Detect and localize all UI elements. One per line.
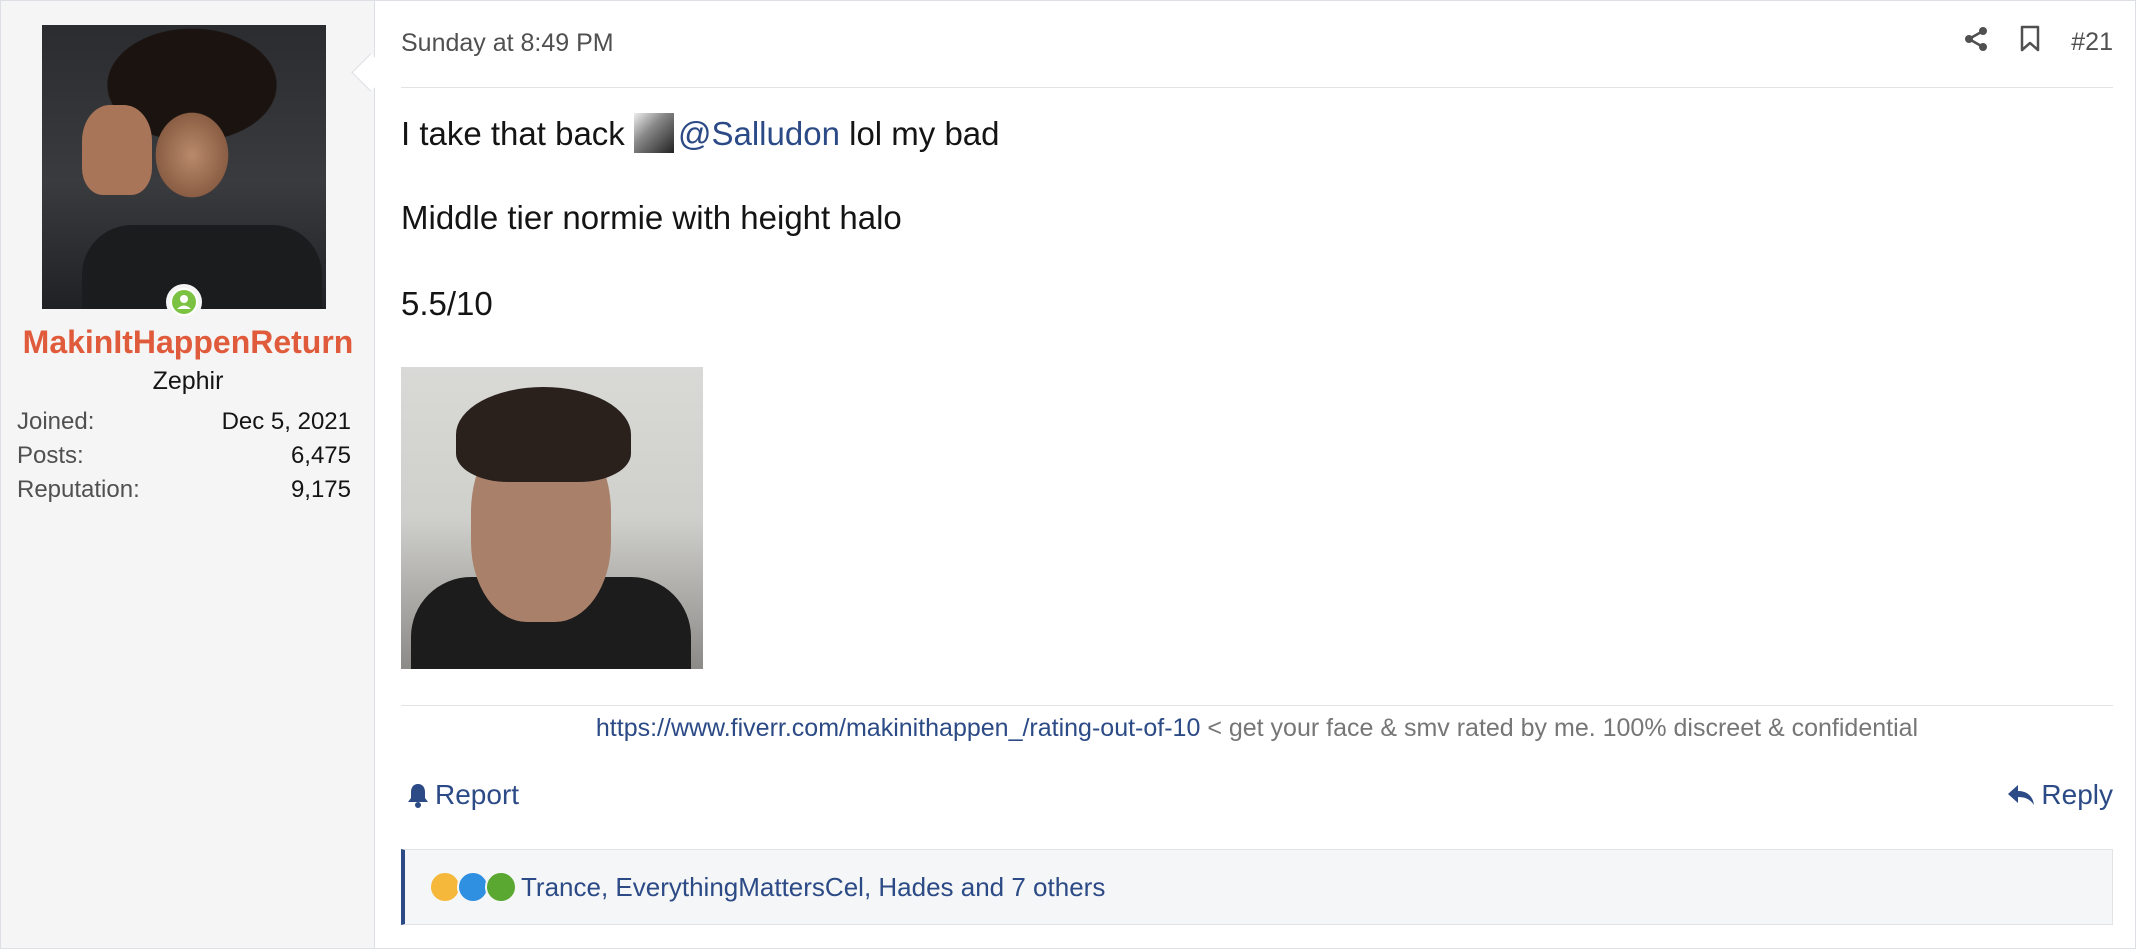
user-info-column: MakinItHappenReturn Zephir Joined: Dec 5… bbox=[1, 1, 375, 948]
report-button[interactable]: Report bbox=[407, 779, 519, 811]
sick-face-icon bbox=[485, 871, 517, 903]
stat-joined: Joined: Dec 5, 2021 bbox=[17, 408, 351, 436]
signature: https://www.fiverr.com/makinithappen_/ra… bbox=[401, 714, 2113, 743]
stat-posts: Posts: 6,475 bbox=[17, 442, 351, 470]
message-line-2: Middle tier normie with height halo bbox=[401, 199, 902, 236]
stat-reputation: Reputation: 9,175 bbox=[17, 476, 351, 504]
avatar-shirt bbox=[82, 225, 322, 309]
signature-divider bbox=[401, 705, 2113, 706]
report-label: Report bbox=[435, 779, 520, 810]
stat-value: 9,175 bbox=[290, 476, 351, 503]
stat-value: 6,475 bbox=[290, 442, 351, 469]
bell-icon bbox=[408, 784, 428, 808]
message-text: I take that back bbox=[401, 115, 625, 152]
reply-label: Reply bbox=[2041, 779, 2113, 810]
user-title: Zephir bbox=[152, 367, 224, 395]
stat-label: Posts: bbox=[17, 442, 84, 469]
post-actions: #21 bbox=[1963, 25, 2113, 60]
image-hair bbox=[456, 387, 631, 482]
signature-text: < get your face & smv rated by me. 100% … bbox=[1207, 714, 1919, 742]
bookmark-icon[interactable] bbox=[2019, 25, 2041, 60]
user-avatar[interactable] bbox=[42, 25, 326, 309]
share-icon[interactable] bbox=[1963, 26, 1989, 59]
reactions-bar[interactable]: Trance, EverythingMattersCel, Hades and … bbox=[401, 849, 2113, 925]
reaction-icons bbox=[429, 871, 517, 903]
post-date[interactable]: Sunday at 8:49 PM bbox=[401, 29, 614, 58]
username[interactable]: MakinItHappenReturn bbox=[1, 324, 375, 361]
header-divider bbox=[401, 87, 2113, 88]
message-line-3: 5.5/10 bbox=[401, 285, 493, 322]
signature-link[interactable]: https://www.fiverr.com/makinithappen_/ra… bbox=[596, 714, 1200, 742]
stat-label: Reputation: bbox=[17, 476, 140, 503]
mention-link[interactable]: @Salludon bbox=[678, 115, 840, 152]
online-icon bbox=[166, 284, 202, 320]
stat-label: Joined: bbox=[17, 408, 95, 435]
reply-button[interactable]: Reply bbox=[2007, 779, 2113, 811]
message-text: lol my bad bbox=[849, 115, 1000, 152]
reactions-text[interactable]: Trance, EverythingMattersCel, Hades and … bbox=[521, 872, 1105, 903]
post-number[interactable]: #21 bbox=[2071, 28, 2113, 57]
stat-value: Dec 5, 2021 bbox=[221, 408, 351, 435]
message-line-1: I take that back @Salludon lol my bad bbox=[401, 113, 1000, 153]
post-container: MakinItHappenReturn Zephir Joined: Dec 5… bbox=[0, 0, 2136, 949]
reply-icon bbox=[2008, 785, 2035, 805]
mention-avatar bbox=[633, 113, 674, 153]
avatar-hand bbox=[82, 105, 152, 195]
attached-image[interactable] bbox=[401, 367, 703, 669]
post-main: Sunday at 8:49 PM #21 I take that back @… bbox=[401, 1, 2113, 948]
